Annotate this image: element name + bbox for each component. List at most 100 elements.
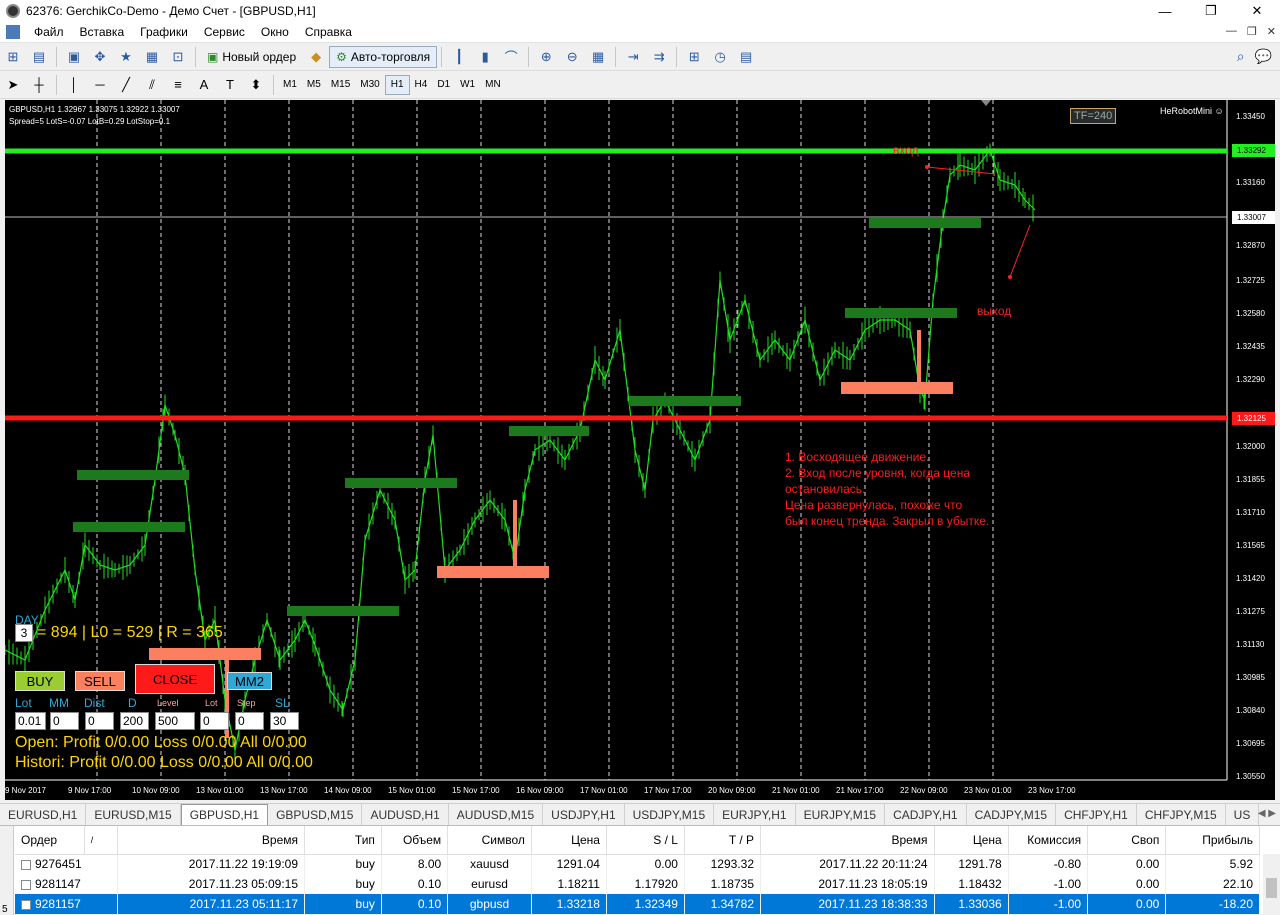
close-all-button[interactable]: CLOSE — [135, 664, 215, 694]
lot2-input[interactable]: 0 — [200, 712, 229, 730]
new-chart-icon[interactable]: ⊞ — [2, 46, 24, 68]
tf-h1[interactable]: H1 — [384, 74, 410, 95]
tf-m5[interactable]: M5 — [302, 75, 326, 95]
chart-tab[interactable]: AUDUSD,M15 — [449, 804, 544, 825]
chart-tab[interactable]: EURUSD,H1 — [0, 804, 87, 825]
search-icon[interactable]: ⌕ — [1237, 48, 1245, 65]
chart-tab[interactable]: CADJPY,M15 — [967, 804, 1057, 825]
col-sort[interactable]: / — [84, 826, 119, 855]
market-watch-icon[interactable]: ▣ — [63, 46, 85, 68]
table-row[interactable]: 9281157 2017.11.23 05:11:17 buy 0.10 gbpusd 1… — [15, 894, 1260, 914]
tile-windows-icon[interactable]: ▦ — [587, 46, 609, 68]
col-order[interactable]: Ордер — [15, 826, 85, 855]
col-type[interactable]: Тип — [304, 826, 382, 855]
horizontal-line-icon[interactable]: ─ — [89, 74, 111, 96]
tf-h4[interactable]: H4 — [410, 75, 433, 95]
zoom-in-icon[interactable]: ⊕ — [535, 46, 557, 68]
text-label-icon[interactable]: T — [219, 74, 241, 96]
data-window-icon[interactable]: ✥ — [89, 46, 111, 68]
col-commission[interactable]: Комиссия — [1008, 826, 1089, 855]
col-volume[interactable]: Объем — [381, 826, 449, 855]
chart-tab[interactable]: CHFJPY,M15 — [1137, 804, 1226, 825]
chart-tab[interactable]: USDJPY,M15 — [625, 804, 715, 825]
cursor-icon[interactable]: ➤ — [2, 74, 24, 96]
col-sl[interactable]: S / L — [606, 826, 685, 855]
chart-tab[interactable]: GBPUSD,M15 — [268, 804, 363, 825]
metaeditor-icon[interactable]: ◆ — [305, 46, 327, 68]
text-icon[interactable]: A — [193, 74, 215, 96]
mdi-restore-button[interactable]: ❐ — [1247, 25, 1257, 38]
candlestick-icon[interactable]: ▮ — [474, 46, 496, 68]
d-input[interactable]: 200 — [120, 712, 149, 730]
col-open-price[interactable]: Цена — [531, 826, 607, 855]
dist-input[interactable]: 0 — [85, 712, 114, 730]
menu-tools[interactable]: Сервис — [196, 25, 253, 39]
terminal-scrollbar[interactable] — [1263, 854, 1280, 915]
tf-mn[interactable]: MN — [480, 75, 506, 95]
arrows-icon[interactable]: ⬍ — [245, 74, 267, 96]
mdi-minimize-button[interactable]: — — [1226, 25, 1237, 38]
table-row[interactable]: 9281147 2017.11.23 05:09:15 buy 0.10 eurusd 1… — [15, 874, 1260, 894]
sl-input[interactable]: 30 — [270, 712, 299, 730]
tf-m30[interactable]: M30 — [355, 75, 384, 95]
col-close-time[interactable]: Время — [760, 826, 935, 855]
chart-tab[interactable]: EURJPY,H1 — [714, 804, 796, 825]
day-input[interactable]: 3 — [15, 624, 33, 642]
minimize-button[interactable]: — — [1142, 0, 1188, 22]
menu-charts[interactable]: Графики — [132, 25, 196, 39]
auto-trading-button[interactable]: ⚙ Авто-торговля — [329, 45, 438, 68]
chat-icon[interactable]: 💬 — [1255, 48, 1272, 65]
col-symbol[interactable]: Символ — [447, 826, 532, 855]
chart-tab[interactable]: CHFJPY,H1 — [1056, 804, 1137, 825]
close-window-button[interactable]: ✕ — [1234, 0, 1280, 22]
fibonacci-icon[interactable]: ≡ — [167, 74, 189, 96]
chart-tab[interactable]: AUDUSD,H1 — [362, 804, 449, 825]
col-open-time[interactable]: Время — [117, 826, 305, 855]
menu-file[interactable]: Файл — [26, 25, 72, 39]
menu-window[interactable]: Окно — [253, 25, 297, 39]
level-input[interactable]: 500 — [155, 712, 195, 730]
autoscroll-icon[interactable]: ⇉ — [648, 46, 670, 68]
chart-tab[interactable]: US — [1226, 804, 1260, 825]
chart-tab[interactable]: CADJPY,H1 — [885, 804, 967, 825]
col-profit[interactable]: Прибыль — [1165, 826, 1260, 855]
step-input[interactable]: 0 — [235, 712, 264, 730]
trendline-icon[interactable]: ╱ — [115, 74, 137, 96]
crosshair-icon[interactable]: ┼ — [28, 74, 50, 96]
mdi-close-button[interactable]: ✕ — [1267, 25, 1276, 38]
bar-chart-icon[interactable]: ┃ — [448, 46, 470, 68]
periods-icon[interactable]: ◷ — [709, 46, 731, 68]
col-swap[interactable]: Своп — [1087, 826, 1167, 855]
maximize-button[interactable]: ❐ — [1188, 0, 1234, 22]
col-tp[interactable]: T / P — [684, 826, 762, 855]
strategy-tester-icon[interactable]: ⊡ — [167, 46, 189, 68]
line-chart-icon[interactable]: ⌒ — [500, 46, 522, 68]
vertical-line-icon[interactable]: │ — [63, 74, 85, 96]
tf-w1[interactable]: W1 — [455, 75, 480, 95]
equidistant-channel-icon[interactable]: ⫽ — [141, 74, 163, 96]
chart-shift-icon[interactable]: ⇥ — [622, 46, 644, 68]
chart-canvas[interactable] — [5, 100, 1275, 800]
chart-tab[interactable]: EURJPY,M15 — [796, 804, 886, 825]
tf-d1[interactable]: D1 — [432, 75, 455, 95]
tab-scroll-arrows[interactable]: ◀ ▶ — [1258, 808, 1276, 819]
indicators-icon[interactable]: ⊞ — [683, 46, 705, 68]
tf-m1[interactable]: M1 — [278, 75, 302, 95]
chart-tab[interactable]: EURUSD,M15 — [86, 804, 181, 825]
menu-help[interactable]: Справка — [297, 25, 360, 39]
zoom-out-icon[interactable]: ⊖ — [561, 46, 583, 68]
mm2-button[interactable]: MM2 — [227, 672, 272, 690]
terminal-icon[interactable]: ▦ — [141, 46, 163, 68]
buy-button[interactable]: BUY — [15, 671, 65, 691]
navigator-icon[interactable]: ★ — [115, 46, 137, 68]
table-row[interactable]: 9276451 2017.11.22 19:19:09 buy 8.00 xauusd 1… — [15, 854, 1260, 874]
lot-input[interactable]: 0.01 — [15, 712, 46, 730]
col-close-price[interactable]: Цена — [934, 826, 1009, 855]
price-chart[interactable]: GBPUSD,H1 1.32967 1.33075 1.32922 1.3300… — [5, 100, 1275, 800]
mm-input[interactable]: 0 — [50, 712, 79, 730]
sell-button[interactable]: SELL — [75, 671, 125, 691]
profiles-icon[interactable]: ▤ — [28, 46, 50, 68]
tf-m15[interactable]: M15 — [326, 75, 355, 95]
chart-tab[interactable]: GBPUSD,H1 — [180, 804, 269, 825]
templates-icon[interactable]: ▤ — [735, 46, 757, 68]
